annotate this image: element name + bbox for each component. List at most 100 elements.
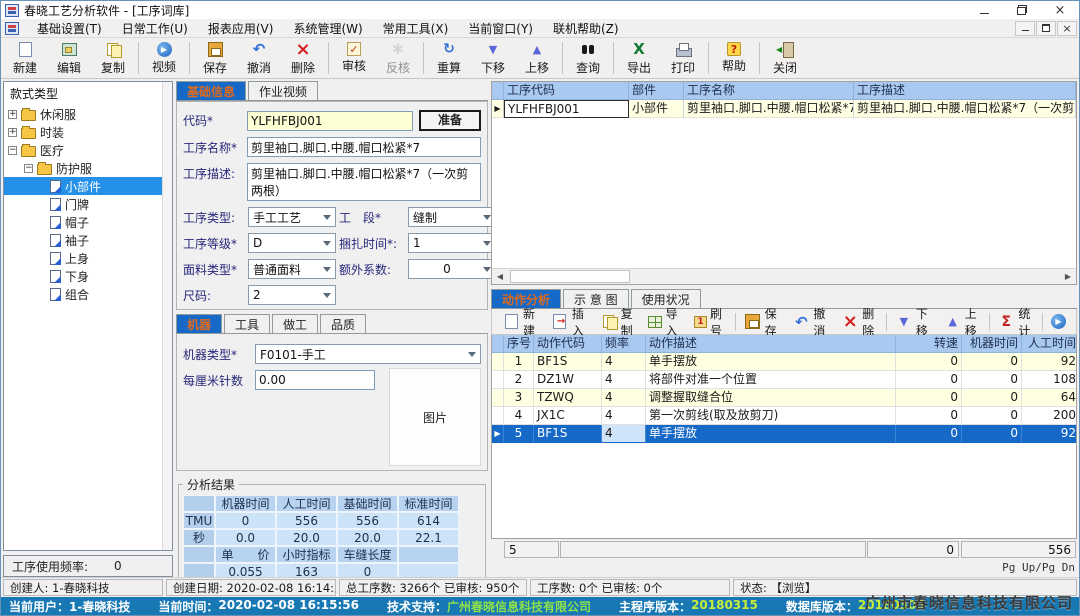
delete-button[interactable]: 删除 — [281, 39, 325, 77]
tree-item-防护服[interactable]: −防护服 — [4, 159, 172, 177]
menu-item-4[interactable]: 系统管理(W) — [283, 19, 372, 37]
fabric-type-combo[interactable]: 普通面料 — [248, 259, 336, 279]
document-icon — [50, 198, 61, 211]
ready-button[interactable]: 准备 — [419, 110, 481, 131]
tree-item-label: 门牌 — [65, 196, 89, 213]
size-combo[interactable]: 2 — [248, 285, 336, 305]
search-button[interactable]: 查询 — [566, 39, 610, 77]
process-horizontal-scrollbar[interactable]: ◀ ▶ — [492, 268, 1076, 284]
video-button[interactable] — [1045, 314, 1072, 329]
import-button[interactable]: 导入 — [642, 305, 688, 339]
close-app-button[interactable]: 关闭 — [763, 39, 807, 77]
edit-button[interactable]: 编辑 — [47, 39, 91, 77]
analysis-header-cell-5: 标准时间 — [398, 495, 459, 512]
restore-button[interactable] — [1003, 1, 1041, 19]
action-row-1[interactable]: 1BF1S4单手摆放0092 — [492, 353, 1076, 371]
minimize-button[interactable] — [965, 1, 1003, 19]
action-row-2[interactable]: 2DZ1W4将部件对准一个位置00108 — [492, 371, 1076, 389]
stitch-count-input[interactable] — [255, 370, 375, 390]
renumber-button[interactable]: 刷号 — [688, 305, 733, 339]
audit-button[interactable]: 审核 — [332, 39, 376, 77]
menu-item-6[interactable]: 当前窗口(Y) — [458, 19, 543, 37]
mdi-restore-button[interactable] — [1036, 21, 1056, 36]
undo-button[interactable]: 撤消 — [786, 305, 835, 339]
tab-machine[interactable]: 机器 — [176, 314, 222, 333]
analysis-header-cell-1 — [183, 495, 215, 512]
tree-item-时装[interactable]: +时装 — [4, 123, 172, 141]
move-down-button[interactable]: 下移 — [471, 39, 515, 77]
machine-type-combo[interactable]: F0101-手工 — [255, 344, 481, 364]
table-row[interactable]: ▶YLFHFBJ001小部件剪里袖口.脚口.中腰.帽口松紧*7剪里袖口.脚口.中… — [492, 100, 1076, 118]
process-name-input[interactable] — [247, 137, 481, 157]
scroll-right-icon[interactable]: ▶ — [1060, 269, 1076, 284]
tree-item-休闲服[interactable]: +休闲服 — [4, 105, 172, 123]
extra-factor-combo[interactable]: 0 — [408, 259, 496, 279]
scrollbar-thumb[interactable] — [510, 270, 630, 283]
process-desc-textarea[interactable]: 剪里袖口.脚口.中腰.帽口松紧*7（一次剪两根） — [247, 163, 481, 201]
status2-label: 技术支持： — [387, 598, 447, 615]
collapse-icon[interactable]: − — [8, 146, 17, 155]
tree-item-帽子[interactable]: 帽子 — [4, 213, 172, 231]
menu-item-3[interactable]: 报表应用(V) — [198, 19, 284, 37]
close-button[interactable]: × — [1041, 1, 1079, 19]
copy-button[interactable]: 复制 — [91, 39, 135, 77]
tab-operation-video[interactable]: 作业视频 — [248, 81, 318, 100]
tree-item-医疗[interactable]: −医疗 — [4, 141, 172, 159]
tab-quality[interactable]: 品质 — [320, 314, 366, 333]
tree-item-袖子[interactable]: 袖子 — [4, 231, 172, 249]
statistics-button[interactable]: 统计 — [991, 305, 1040, 339]
menu-item-2[interactable]: 日常工作(U) — [112, 19, 198, 37]
print-button[interactable]: 打印 — [661, 39, 705, 77]
mdi-close-button[interactable]: × — [1057, 21, 1077, 36]
new-document-button[interactable]: 新建 — [3, 39, 47, 77]
tree-vertical-scrollbar[interactable] — [162, 82, 172, 550]
recalculate-button[interactable]: 重算 — [427, 39, 471, 77]
column-header-6: 机器时间 — [962, 335, 1022, 353]
menu-item-7[interactable]: 联机帮助(Z) — [543, 19, 629, 37]
action-row-4[interactable]: 4JX1C4第一次剪线(取及放剪刀)00200 — [492, 407, 1076, 425]
export-excel-button[interactable]: 导出 — [617, 39, 661, 77]
save-button[interactable]: 保存 — [193, 39, 237, 77]
code-input[interactable] — [247, 111, 413, 131]
tree-item-上身[interactable]: 上身 — [4, 249, 172, 267]
expand-icon[interactable]: + — [8, 128, 17, 137]
analysis-header2-cell-5 — [398, 546, 459, 563]
tree-item-下身[interactable]: 下身 — [4, 267, 172, 285]
stage-combo[interactable]: 缝制 — [408, 207, 496, 227]
tree-item-组合[interactable]: 组合 — [4, 285, 172, 303]
stitch-count-label: 每厘米针数 — [183, 372, 255, 389]
tab-tools[interactable]: 工具 — [224, 314, 270, 333]
action-analysis-area: 动作分析示 意 图使用状况 新建插入复制导入刷号保存撤消删除下移上移统计 序号动… — [491, 289, 1077, 577]
analysis-data-1-cell-2: 0 — [215, 512, 276, 529]
scroll-left-icon[interactable]: ◀ — [492, 269, 508, 284]
bundle-time-combo[interactable]: 1 — [408, 233, 496, 253]
action-row-3[interactable]: 3TZWQ4调整握取缝合位0064 — [492, 389, 1076, 407]
tab-workmanship[interactable]: 做工 — [272, 314, 318, 333]
save-button[interactable]: 保存 — [738, 305, 787, 339]
tab-basic-info[interactable]: 基础信息 — [176, 81, 246, 100]
tree-item-小部件[interactable]: 小部件 — [4, 177, 172, 195]
tree-item-门牌[interactable]: 门牌 — [4, 195, 172, 213]
copy-button[interactable]: 复制 — [594, 305, 643, 339]
collapse-icon[interactable]: − — [24, 164, 33, 173]
action-cell-1: 5 — [504, 425, 534, 443]
mdi-window-controls: × — [1014, 21, 1077, 36]
move-up-button[interactable]: 上移 — [938, 305, 987, 339]
delete-button[interactable]: 删除 — [835, 305, 884, 339]
new-document-button[interactable]: 新建 — [496, 305, 545, 339]
menu-item-1[interactable]: 基础设置(T) — [27, 19, 112, 37]
mdi-minimize-button[interactable] — [1015, 21, 1035, 36]
undo-button[interactable]: 撤消 — [237, 39, 281, 77]
menu-item-5[interactable]: 常用工具(X) — [373, 19, 459, 37]
column-header-4: 动作描述 — [646, 335, 896, 353]
action-row-5[interactable]: ▶5BF1S4单手摆放0092 — [492, 425, 1076, 443]
process-type-combo[interactable]: 手工工艺 — [248, 207, 336, 227]
move-up-button[interactable]: 上移 — [515, 39, 559, 77]
move-down-button[interactable]: 下移 — [889, 305, 938, 339]
expand-icon[interactable]: + — [8, 110, 17, 119]
help-button[interactable]: 帮助 — [712, 39, 756, 77]
insert-button[interactable]: 插入 — [545, 305, 594, 339]
toolbar-button-label: 帮助 — [722, 57, 746, 74]
video-button[interactable]: 视频 — [142, 39, 186, 77]
grade-combo[interactable]: D — [248, 233, 336, 253]
